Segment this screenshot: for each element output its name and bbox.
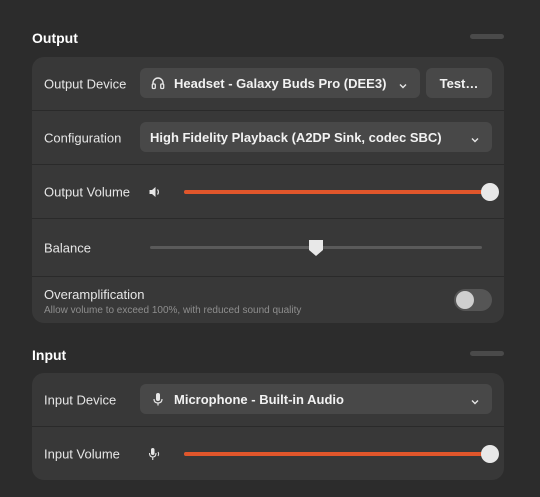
input-volume-label: Input Volume [44,446,120,461]
input-card: Input Device Microphone - Built-in Audio… [32,373,504,480]
output-device-dropdown[interactable]: Headset - Galaxy Buds Pro (DEE3) [140,68,420,98]
input-volume-slider[interactable] [184,444,499,464]
output-volume-slider[interactable] [184,182,499,202]
input-section-indicator [470,351,504,356]
microphone-level-icon [148,447,162,461]
output-device-label: Output Device [44,76,127,91]
output-section-indicator [470,34,504,39]
configuration-row: Configuration High Fidelity Playback (A2… [32,111,504,165]
overamplification-toggle[interactable] [454,289,492,311]
input-device-dropdown[interactable]: Microphone - Built-in Audio [140,384,492,414]
output-card: Output Device Headset - Galaxy Buds Pro … [32,57,504,323]
overamplification-row: Overamplification Allow volume to exceed… [32,277,504,323]
output-section-title: Output [32,30,78,46]
balance-label: Balance [44,240,91,255]
microphone-icon [150,391,166,407]
configuration-value: High Fidelity Playback (A2DP Sink, codec… [150,129,442,145]
balance-row: Balance [32,219,504,277]
input-device-value: Microphone - Built-in Audio [174,391,344,407]
slider-fill [184,451,490,456]
input-volume-row: Input Volume [32,427,504,480]
overamplification-label: Overamplification [44,287,145,302]
chevron-down-icon [470,132,480,143]
speaker-icon [148,185,162,199]
output-volume-row: Output Volume [32,165,504,219]
configuration-dropdown[interactable]: High Fidelity Playback (A2DP Sink, codec… [140,122,492,152]
chevron-down-icon [470,394,480,405]
slider-handle[interactable] [481,182,499,201]
chevron-down-icon [398,78,408,89]
headphones-icon [150,75,166,91]
output-device-value: Headset - Galaxy Buds Pro (DEE3) [174,75,387,91]
input-device-row: Input Device Microphone - Built-in Audio [32,373,504,427]
output-volume-label: Output Volume [44,184,130,199]
output-device-row: Output Device Headset - Galaxy Buds Pro … [32,57,504,111]
slider-fill [184,189,490,194]
test-button[interactable]: Test… [426,68,492,98]
input-section-title: Input [32,347,67,363]
configuration-label: Configuration [44,130,122,145]
slider-handle[interactable] [481,444,499,463]
slider-handle[interactable] [308,239,324,257]
input-device-label: Input Device [44,392,117,407]
toggle-knob [456,291,474,309]
overamplification-description: Allow volume to exceed 100%, with reduce… [44,305,302,316]
balance-slider[interactable] [150,238,482,258]
